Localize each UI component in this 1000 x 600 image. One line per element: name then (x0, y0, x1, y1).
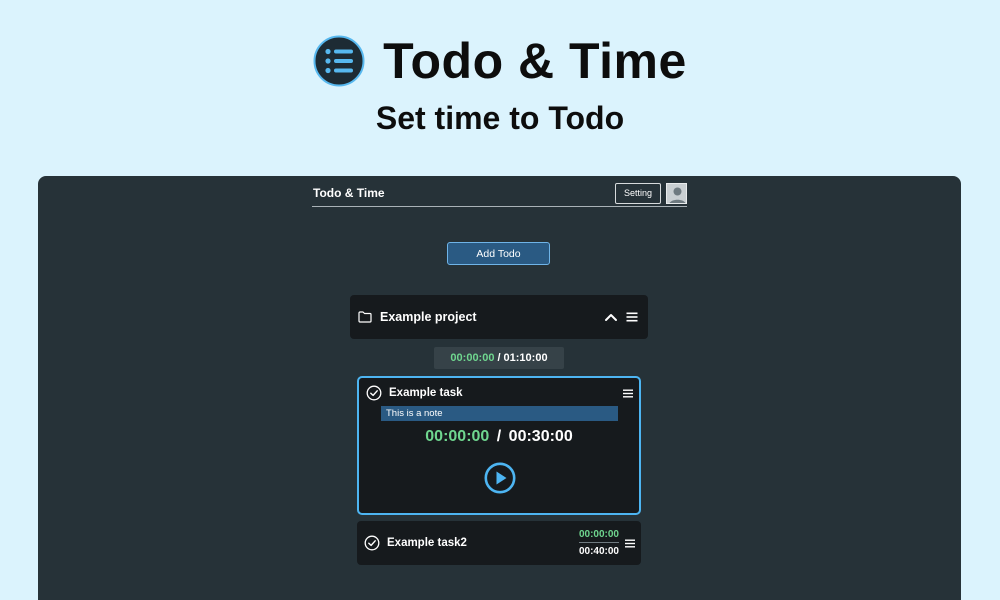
setting-button[interactable]: Setting (614, 182, 661, 204)
hero-subtitle: Set time to Todo (375, 100, 625, 136)
play-button-icon[interactable] (484, 462, 516, 494)
project-bar[interactable]: Example project (350, 295, 648, 339)
task-timer: 00:00:00 / 00:30:00 (359, 428, 639, 446)
task-card-active[interactable]: Example task This is a note 00:00:00 / 0… (357, 376, 641, 515)
hero-title: Todo & Time (383, 33, 687, 89)
menu-icon[interactable] (626, 312, 638, 322)
project-total-time: 01:10:00 (503, 352, 548, 364)
project-time-summary: 00:00:00 / 01:10:00 (434, 347, 564, 369)
check-circle-icon[interactable] (366, 385, 382, 401)
project-name: Example project (380, 310, 477, 324)
task-elapsed-time: 00:00:00 (578, 529, 619, 543)
header-actions: Setting (614, 182, 687, 204)
avatar[interactable] (666, 182, 687, 204)
check-circle-icon[interactable] (364, 535, 380, 551)
task-total-time: 00:40:00 (578, 546, 619, 557)
app-window: Todo & Time Setting Add Todo Example pro… (38, 176, 961, 600)
task-total-time: 00:30:00 (508, 428, 573, 445)
menu-icon[interactable] (625, 539, 635, 548)
task-elapsed-time: 00:00:00 (425, 428, 490, 445)
project-actions (604, 312, 638, 322)
app-title: Todo & Time (313, 186, 385, 200)
project-elapsed-time: 00:00:00 (450, 352, 495, 364)
task-note[interactable]: This is a note (381, 406, 618, 421)
add-todo-button[interactable]: Add Todo (447, 242, 550, 265)
folder-icon (358, 311, 372, 323)
task-header: Example task (366, 384, 633, 402)
app-header: Todo & Time Setting (312, 180, 687, 207)
list-icon (313, 35, 365, 87)
task-row[interactable]: Example task2 00:00:00 00:40:00 (357, 521, 641, 565)
time-separator: / (497, 352, 501, 364)
task-name: Example task2 (387, 537, 467, 549)
time-separator: / (496, 428, 502, 445)
user-icon (667, 183, 686, 203)
chevron-up-icon[interactable] (604, 312, 618, 322)
task-times: 00:00:00 00:40:00 (578, 529, 619, 557)
menu-icon[interactable] (623, 389, 633, 398)
hero-title-row: Todo & Time (0, 32, 1000, 90)
task-name: Example task (389, 387, 463, 399)
